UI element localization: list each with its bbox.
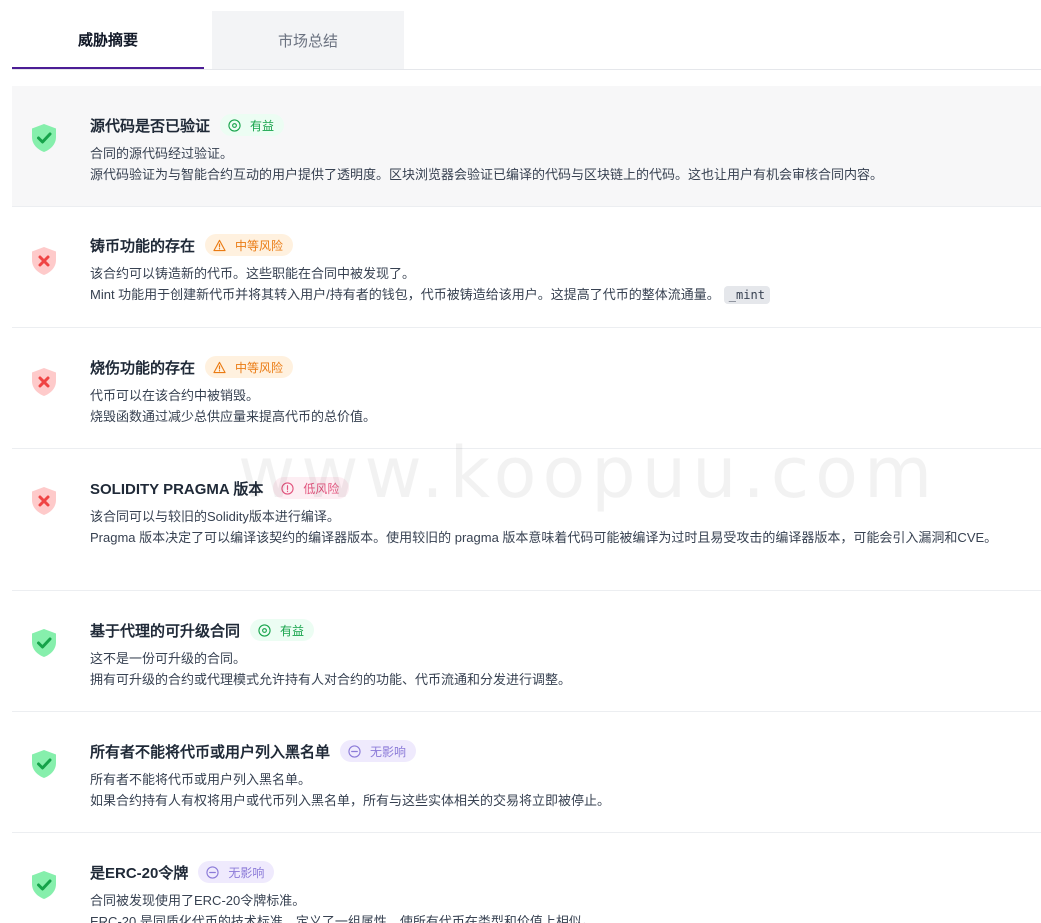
item-description: 该合约可以铸造新的代币。这些职能在合同中被发现了。 Mint 功能用于创建新代币…	[90, 263, 1033, 306]
list-item: 铸币功能的存在 中等风险 该合约可以铸造新的代币。这些职能在合同中被发现了。 M…	[12, 207, 1041, 328]
shield-x-icon	[30, 246, 58, 276]
status-badge: 无影响	[340, 740, 417, 762]
item-description: 该合同可以与较旧的Solidity版本进行编译。 Pragma 版本决定了可以编…	[90, 509, 998, 545]
item-title: 烧伤功能的存在	[90, 359, 196, 377]
item-description: 这不是一份可升级的合同。 拥有可升级的合约或代理模式允许持有人对合约的功能、代币…	[90, 651, 572, 687]
item-description: 合同被发现使用了ERC-20令牌标准。 ERC-20 是同质化代币的技术标准，定…	[90, 893, 595, 923]
flower-icon	[228, 118, 241, 132]
neutral-icon	[348, 744, 361, 758]
list-item: 是ERC-20令牌 无影响 合同被发现使用了ERC-20令牌标准。 ERC-20…	[12, 833, 1041, 923]
tab-bar: 威胁摘要 市场总结	[12, 11, 1041, 70]
item-description: 合同的源代码经过验证。 源代码验证为与智能合约互动的用户提供了透明度。区块浏览器…	[90, 146, 884, 182]
status-badge: 有益	[250, 619, 315, 641]
status-badge: 有益	[220, 114, 285, 136]
list-item: 源代码是否已验证 有益 合同的源代码经过验证。 源代码验证为与智能合约互动的用户…	[12, 86, 1041, 207]
shield-x-icon	[30, 367, 58, 397]
item-description: 所有者不能将代币或用户列入黑名单。 如果合约持有人有权将用户或代币列入黑名单，所…	[90, 772, 611, 808]
status-badge: 无影响	[198, 861, 275, 883]
threat-list: 源代码是否已验证 有益 合同的源代码经过验证。 源代码验证为与智能合约互动的用户…	[12, 86, 1041, 923]
item-title: 是ERC-20令牌	[90, 864, 189, 882]
tab-market-summary[interactable]: 市场总结	[212, 11, 404, 69]
status-badge: 中等风险	[205, 356, 294, 378]
shield-check-icon	[30, 870, 58, 900]
tab-threat-summary[interactable]: 威胁摘要	[12, 11, 204, 69]
status-badge: 低风险	[273, 477, 350, 499]
list-item: SOLIDITY PRAGMA 版本 低风险 该合同可以与较旧的Solidity…	[12, 449, 1041, 591]
flower-icon	[258, 623, 271, 637]
shield-check-icon	[30, 123, 58, 153]
status-badge: 中等风险	[205, 234, 294, 256]
item-description: 代币可以在该合约中被销毁。 烧毁函数通过减少总供应量来提高代币的总价值。	[90, 388, 377, 424]
neutral-icon	[206, 865, 219, 879]
shield-check-icon	[30, 628, 58, 658]
code-tag: _mint	[723, 286, 770, 304]
warning-icon	[213, 361, 226, 373]
item-title: 所有者不能将代币或用户列入黑名单	[90, 743, 331, 761]
item-title: 基于代理的可升级合同	[90, 622, 241, 640]
shield-check-icon	[30, 749, 58, 779]
shield-x-icon	[30, 486, 58, 516]
item-title: 源代码是否已验证	[90, 117, 211, 135]
list-item: 基于代理的可升级合同 有益 这不是一份可升级的合同。 拥有可升级的合约或代理模式…	[12, 591, 1041, 712]
item-title: 铸币功能的存在	[90, 237, 196, 255]
info-icon	[281, 481, 294, 495]
list-item: 烧伤功能的存在 中等风险 代币可以在该合约中被销毁。 烧毁函数通过减少总供应量来…	[12, 328, 1041, 449]
warning-icon	[213, 239, 226, 251]
item-title: SOLIDITY PRAGMA 版本	[90, 480, 264, 498]
list-item: 所有者不能将代币或用户列入黑名单 无影响 所有者不能将代币或用户列入黑名单。 如…	[12, 712, 1041, 833]
